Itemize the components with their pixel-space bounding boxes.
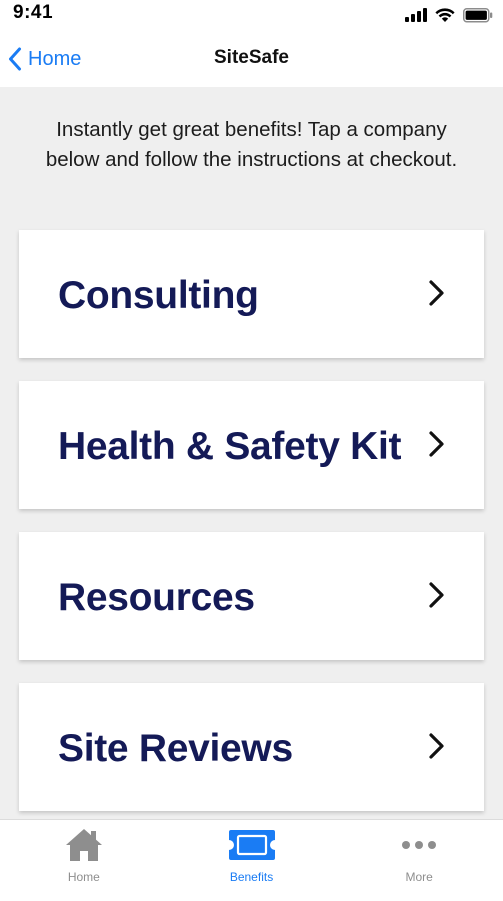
card-label: Health & Safety Kit bbox=[58, 425, 402, 468]
status-time: 9:41 bbox=[13, 2, 54, 23]
card-label: Consulting bbox=[58, 274, 259, 317]
chevron-right-icon bbox=[429, 280, 444, 306]
chevron-right-icon bbox=[429, 582, 444, 608]
intro-text: Instantly get great benefits! Tap a comp… bbox=[45, 118, 458, 171]
card-site-reviews[interactable]: Site Reviews bbox=[19, 683, 484, 811]
status-icons bbox=[405, 6, 493, 24]
tab-benefits[interactable]: Benefits bbox=[168, 820, 336, 901]
more-dots-icon bbox=[402, 841, 437, 849]
card-consulting[interactable]: Consulting bbox=[19, 230, 484, 358]
card-health-safety-kit[interactable]: Health & Safety Kit bbox=[19, 381, 484, 509]
chevron-right-icon bbox=[429, 431, 444, 457]
tab-home[interactable]: Home bbox=[0, 820, 168, 901]
tab-label: More bbox=[405, 870, 433, 884]
tab-label: Home bbox=[67, 870, 100, 884]
ticket-icon bbox=[228, 830, 275, 860]
benefit-card-list: Consulting Health & Safety Kit Resources… bbox=[19, 230, 484, 834]
tab-bar: Home Benefits More bbox=[0, 819, 503, 901]
wifi-icon bbox=[435, 7, 455, 22]
signal-icon bbox=[405, 8, 427, 22]
status-bar: 9:41 bbox=[0, 0, 503, 30]
navigation-bar: Home SiteSafe bbox=[0, 30, 503, 87]
tab-label: Benefits bbox=[229, 870, 274, 884]
chevron-right-icon bbox=[429, 733, 444, 759]
house-icon bbox=[65, 829, 102, 861]
page-title: SiteSafe bbox=[214, 47, 289, 68]
tab-more[interactable]: More bbox=[335, 820, 503, 901]
card-resources[interactable]: Resources bbox=[19, 532, 484, 660]
card-label: Site Reviews bbox=[58, 727, 293, 770]
card-label: Resources bbox=[58, 576, 255, 619]
battery-icon bbox=[463, 7, 493, 22]
